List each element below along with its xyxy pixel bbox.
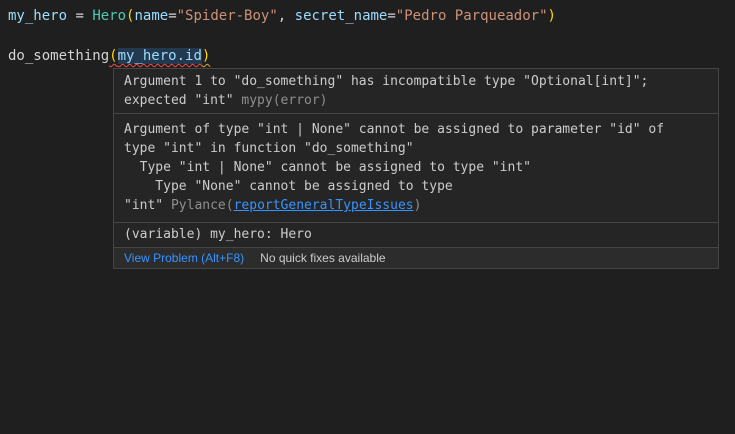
diagnostic-line: "int" Pylance(reportGeneralTypeIssues) <box>124 196 708 215</box>
diagnostic-text: Argument 1 to "do_something" has incompa… <box>124 74 648 89</box>
code-token: my_hero <box>8 8 67 24</box>
variable-info-text: (variable) my_hero: Hero <box>124 227 312 242</box>
diagnostic-line: Argument 1 to "do_something" has incompa… <box>124 72 708 91</box>
diagnostic-text: type "int" in function "do_something" <box>124 141 414 156</box>
variable-info-line: (variable) my_hero: Hero <box>124 225 708 244</box>
view-problem-link[interactable]: View Problem (Alt+F8) <box>124 251 244 265</box>
code-token: ) <box>202 48 210 64</box>
diagnostic-line: Argument of type "int | None" cannot be … <box>124 120 708 139</box>
code-token: Hero <box>92 8 126 24</box>
code-token: "Spider-Boy" <box>177 8 278 24</box>
diagnostic-text: Argument of type "int | None" cannot be … <box>124 122 664 137</box>
hover-diagnostics-tooltip: Argument 1 to "do_something" has incompa… <box>113 68 719 269</box>
code-token: , <box>278 8 295 24</box>
code-lines: my_hero = Hero(name="Spider-Boy", secret… <box>8 6 556 66</box>
code-token: secret_name <box>295 8 388 24</box>
code-token: "Pedro Parqueador" <box>396 8 548 24</box>
code-token: ( <box>109 48 117 64</box>
diagnostic-line: Type "int | None" cannot be assigned to … <box>124 158 708 177</box>
report-general-type-issues-link[interactable]: reportGeneralTypeIssues <box>234 198 414 213</box>
diagnostic-text: Type "None" cannot be assigned to type <box>124 179 453 194</box>
tooltip-status-bar: View Problem (Alt+F8) No quick fixes ava… <box>114 247 718 268</box>
no-quick-fixes-label: No quick fixes available <box>260 251 385 265</box>
code-line-2-blank <box>8 26 556 46</box>
code-editor[interactable]: my_hero = Hero(name="Spider-Boy", secret… <box>0 0 735 434</box>
tooltip-section-pylance: Argument of type "int | None" cannot be … <box>114 114 718 222</box>
diagnostic-line: expected "int" mypy(error) <box>124 91 708 110</box>
code-line-3: do_something(my_hero.id) <box>8 46 556 66</box>
code-token: = <box>168 8 176 24</box>
diagnostic-text: Type "int | None" cannot be assigned to … <box>124 160 531 175</box>
code-token: name <box>134 8 168 24</box>
tooltip-section-variable-info: (variable) my_hero: Hero <box>114 223 718 247</box>
hovered-symbol[interactable]: my_hero.id <box>118 48 202 64</box>
code-line-1: my_hero = Hero(name="Spider-Boy", secret… <box>8 6 556 26</box>
diagnostic-line: type "int" in function "do_something" <box>124 139 708 158</box>
diagnostic-line: Type "None" cannot be assigned to type <box>124 177 708 196</box>
code-token: = <box>67 8 92 24</box>
diagnostic-source: mypy(error) <box>241 93 327 108</box>
diagnostic-text: expected "int" <box>124 93 241 108</box>
diagnostic-source: ) <box>414 198 422 213</box>
code-token: = <box>387 8 395 24</box>
tooltip-section-mypy: Argument 1 to "do_something" has incompa… <box>114 69 718 113</box>
code-token: do_something <box>8 48 109 64</box>
diagnostic-text: "int" <box>124 198 171 213</box>
diagnostic-source: Pylance( <box>171 198 234 213</box>
code-token: ) <box>548 8 556 24</box>
